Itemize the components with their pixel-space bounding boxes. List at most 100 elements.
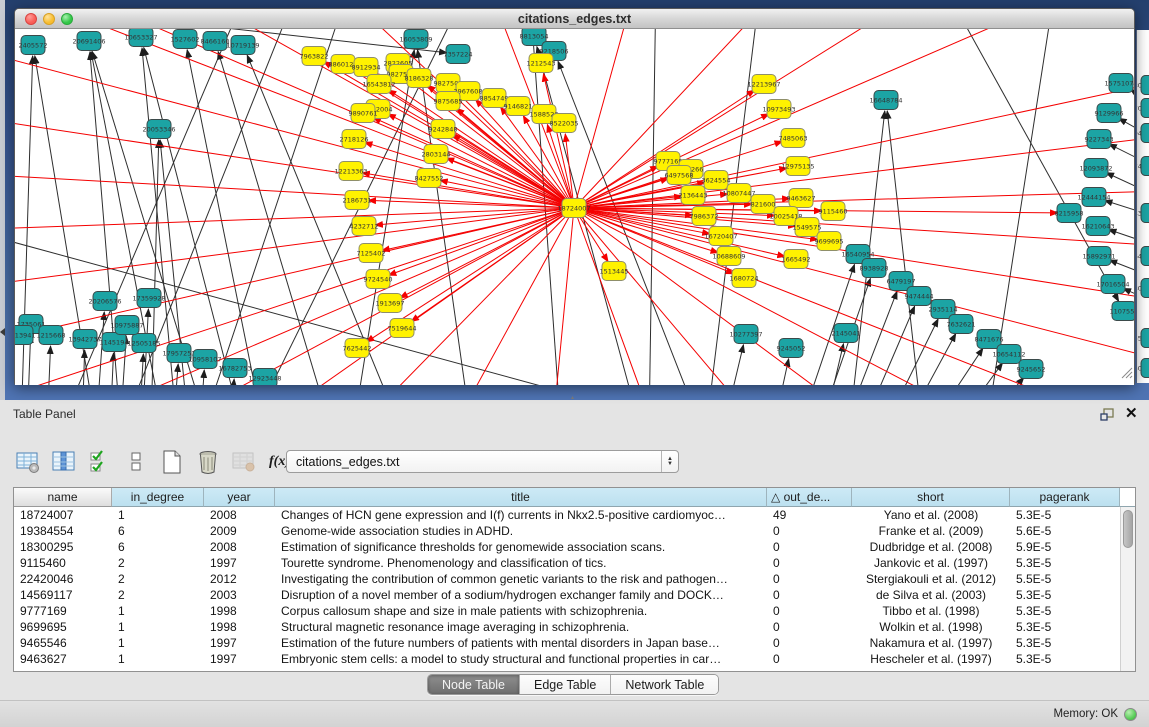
graph-node[interactable]: 1215668	[37, 326, 66, 345]
graph-node[interactable]: 2145041	[832, 324, 861, 343]
table-vertical-scrollbar[interactable]	[1120, 507, 1135, 672]
graph-node[interactable]: 20691406	[72, 32, 105, 51]
graph-node[interactable]: 16210643	[1081, 217, 1114, 236]
graph-node[interactable]: 1973943	[1137, 124, 1149, 143]
left-splitter-gutter[interactable]	[0, 0, 5, 400]
table-row[interactable]: 1938455462009Genome-wide association stu…	[14, 523, 1120, 539]
graph-node[interactable]: 12975135	[781, 157, 814, 176]
graph-node[interactable]: 12213967	[747, 75, 780, 94]
selection-mode-icon[interactable]	[86, 449, 113, 476]
graph-node[interactable]: 16782753	[218, 359, 251, 378]
graph-node[interactable]: 17016504	[1096, 275, 1129, 294]
graph-node[interactable]: 1665492	[782, 250, 811, 269]
graph-node[interactable]: 1212543	[527, 54, 556, 73]
graph-node[interactable]: 1680724	[730, 269, 759, 288]
network-canvas[interactable]: 2405572 20691406 10653327 15276028466160107…	[15, 29, 1134, 385]
graph-node[interactable]: 8522035	[550, 114, 579, 133]
graph-node[interactable]: 2186731	[343, 191, 372, 210]
table-selector-dropdown[interactable]: citations_edges.txt ▲▼	[286, 450, 679, 473]
graph-node[interactable]: 1913697	[376, 294, 405, 313]
graph-node[interactable]: 7485063	[779, 129, 808, 148]
float-panel-button[interactable]	[1100, 408, 1115, 426]
column-header-name[interactable]: name	[14, 488, 112, 507]
graph-node[interactable]: 1527602	[171, 30, 200, 49]
graph-node[interactable]: 9227343	[1085, 130, 1114, 149]
graph-node[interactable]: 10277397	[729, 325, 762, 344]
graph-node[interactable]: 9245052	[777, 339, 806, 358]
graph-node[interactable]: 821600	[751, 195, 776, 214]
column-visibility-icon[interactable]	[50, 449, 77, 476]
graph-node[interactable]: 12093872	[1079, 159, 1112, 178]
column-header-year[interactable]: year	[204, 488, 275, 507]
graph-node[interactable]: 16053809	[399, 30, 432, 49]
graph-node[interactable]: 9115460	[819, 202, 848, 221]
graph-node[interactable]: 141435	[1137, 204, 1149, 223]
tab-node-table[interactable]: Node Table	[428, 675, 520, 694]
graph-node[interactable]: 8938928	[860, 259, 889, 278]
graph-node[interactable]: 2803144	[422, 145, 451, 164]
column-header-out_de[interactable]: △ out_de...	[767, 488, 852, 507]
table-row[interactable]: 1830029562008Estimation of significance …	[14, 539, 1120, 555]
table-row[interactable]: 911546021997Tourette syndrome. Phenomeno…	[14, 555, 1120, 571]
graph-node[interactable]: 10975887	[110, 316, 143, 335]
hide-columns-icon[interactable]	[122, 449, 149, 476]
delete-table-icon[interactable]	[230, 449, 257, 476]
graph-node[interactable]: 8215958	[1055, 204, 1084, 223]
graph-node[interactable]: 4232712	[350, 217, 379, 236]
graph-node[interactable]: 8912934	[352, 58, 381, 77]
tab-network-table[interactable]: Network Table	[611, 675, 718, 694]
graph-node[interactable]: 9146821	[504, 97, 533, 116]
graph-node[interactable]: 10653327	[124, 29, 157, 47]
graph-node[interactable]: 16720407	[704, 227, 737, 246]
graph-node[interactable]: 7963822	[300, 47, 329, 66]
table-mode-icon[interactable]	[14, 449, 41, 476]
graph-node[interactable]: 20053346	[142, 120, 175, 139]
graph-node[interactable]: 8186328	[405, 69, 434, 88]
graph-node[interactable]: 8466160	[201, 32, 230, 51]
graph-node[interactable]: 12213363	[334, 162, 367, 181]
scrollbar-thumb[interactable]	[1123, 510, 1133, 548]
graph-node[interactable]: 7986372	[690, 207, 719, 226]
graph-node[interactable]: 12444154	[1077, 188, 1110, 207]
table-row[interactable]: 1456911722003Disruption of a novel membe…	[14, 587, 1120, 603]
graph-node[interactable]: 2405572	[19, 36, 48, 55]
graph-node[interactable]: 1210305	[1137, 279, 1149, 298]
graph-node[interactable]: 10688609	[712, 247, 745, 266]
collapse-left-icon[interactable]	[0, 328, 5, 336]
graph-node[interactable]: 16543812	[362, 75, 395, 94]
graph-node[interactable]: 9463627	[787, 189, 816, 208]
panel-divider-handle[interactable]: ▴	[571, 396, 579, 401]
graph-node[interactable]: 9129966	[1095, 104, 1124, 123]
graph-node[interactable]: 2136443	[679, 186, 708, 205]
graph-node[interactable]: 1513445	[600, 262, 629, 281]
graph-node[interactable]: 20206576	[88, 292, 121, 311]
close-panel-button[interactable]: ✕	[1125, 404, 1138, 422]
graph-node[interactable]: 1154808	[1137, 76, 1149, 95]
graph-node[interactable]: 3913941	[15, 326, 35, 345]
column-header-title[interactable]: title	[275, 488, 767, 507]
graph-node[interactable]: 6497568	[665, 166, 694, 185]
graph-node[interactable]: 10958107	[188, 350, 221, 369]
graph-node[interactable]: 9474444	[905, 287, 934, 306]
graph-node[interactable]: 1210643	[1137, 247, 1149, 266]
graph-node[interactable]: 2718126	[340, 130, 369, 149]
graph-node[interactable]: 1770553	[1137, 329, 1149, 348]
graph-node[interactable]: 7632621	[947, 315, 976, 334]
delete-column-icon[interactable]	[194, 449, 221, 476]
graph-node[interactable]: 8427552	[415, 169, 444, 188]
graph-node[interactable]: 9875685	[434, 92, 463, 111]
create-column-icon[interactable]	[158, 449, 185, 476]
graph-node[interactable]: 12923448	[248, 369, 281, 386]
graph-node[interactable]: 7125402	[357, 244, 386, 263]
table-row[interactable]: 977716911998Corpus callosum shape and si…	[14, 603, 1120, 619]
resize-grip-icon[interactable]	[1119, 365, 1133, 384]
graph-node[interactable]: 17359928	[132, 289, 165, 308]
graph-node[interactable]: 1221709	[1137, 99, 1149, 118]
graph-node[interactable]: 1145194	[100, 333, 129, 352]
graph-node[interactable]: 18724007	[557, 199, 590, 218]
graph-node[interactable]: 16648784	[869, 91, 902, 110]
graph-node[interactable]: 15751074	[1104, 74, 1134, 93]
graph-node[interactable]: 15892971	[1082, 247, 1115, 266]
graph-node[interactable]: 10719139	[226, 36, 259, 55]
table-row[interactable]: 2242004622012Investigating the contribut…	[14, 571, 1120, 587]
